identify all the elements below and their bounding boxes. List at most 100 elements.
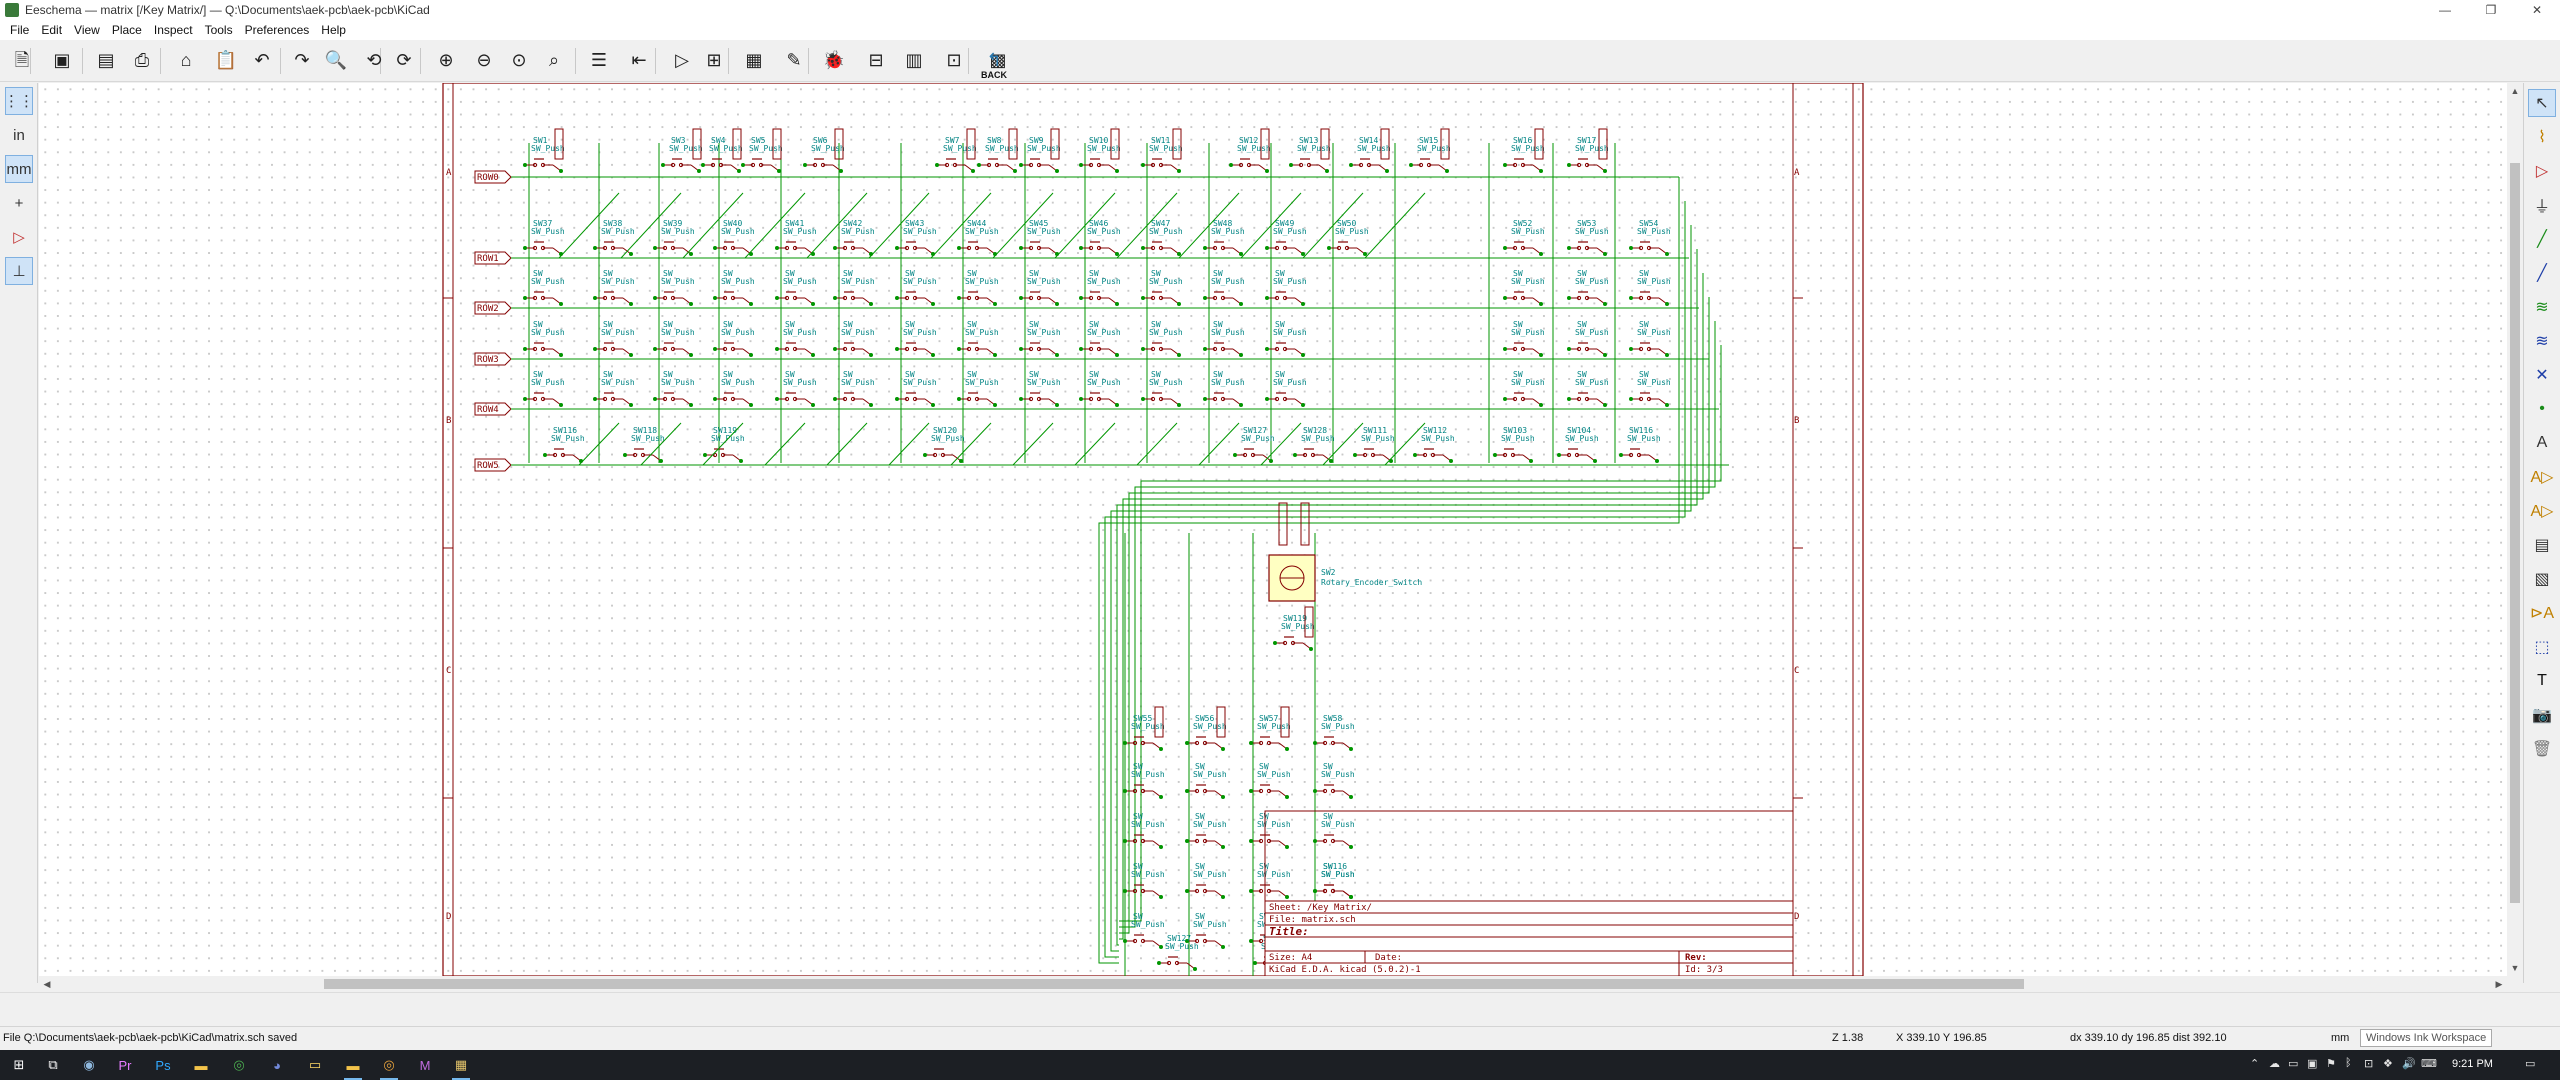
menu-preferences[interactable]: Preferences (239, 23, 316, 37)
vertical-scrollbar[interactable]: ▲ ▼ (2507, 83, 2523, 976)
plot-button[interactable]: ⌂ (172, 46, 200, 74)
horizontal-scroll-thumb[interactable] (324, 979, 2024, 989)
page-settings-button[interactable]: ▤ (92, 46, 120, 74)
zoom-fit-button[interactable]: ⊙ (505, 46, 533, 74)
add-sheet-pin-icon[interactable]: ⊳A (2528, 599, 2556, 627)
find-replace-button[interactable]: ⟲ (360, 46, 388, 74)
add-label-icon[interactable]: A (2528, 429, 2556, 457)
scroll-right-icon[interactable]: ▶ (2491, 976, 2507, 992)
select-icon[interactable]: ↖ (2528, 89, 2556, 117)
add-global-label-icon[interactable]: A▷ (2528, 463, 2556, 491)
chrome-profile-icon[interactable]: ◎ (378, 1055, 400, 1080)
annotate-button[interactable]: ✎ (780, 46, 808, 74)
find-button[interactable]: 🔍 (322, 46, 350, 74)
vertical-scroll-thumb[interactable] (2510, 163, 2520, 903)
scroll-down-icon[interactable]: ▼ (2507, 960, 2523, 976)
add-power-icon[interactable]: ⏚ (2528, 191, 2556, 219)
menu-tools[interactable]: Tools (199, 23, 239, 37)
tray-icon[interactable]: 🔊 (2402, 1057, 2416, 1070)
mail-app-icon[interactable]: M (414, 1055, 436, 1075)
zoom-selection-button[interactable]: ⌕ (540, 46, 568, 74)
units-mm-icon[interactable]: mm (5, 155, 33, 183)
steam-icon[interactable]: ◉ (78, 1055, 100, 1075)
cursor-shape-icon[interactable]: + (5, 189, 33, 217)
horizontal-scrollbar[interactable]: ◀ ▶ (39, 976, 2507, 992)
footprint-assign-button[interactable]: ▦ (740, 46, 768, 74)
file-explorer-icon[interactable]: ▬ (190, 1055, 212, 1075)
menu-place[interactable]: Place (106, 23, 148, 37)
menu-file[interactable]: File (4, 23, 35, 37)
bus-bus-entry-icon[interactable]: ≋ (2528, 327, 2556, 355)
units-inch-icon[interactable]: in (5, 121, 33, 149)
notification-center-icon[interactable]: ▭ (2525, 1057, 2535, 1070)
zoom-out-button[interactable]: ⊖ (470, 46, 498, 74)
scroll-up-icon[interactable]: ▲ (2507, 83, 2523, 99)
maximize-button[interactable]: ❐ (2468, 0, 2514, 20)
add-hier-label-icon[interactable]: A▷ (2528, 497, 2556, 525)
paste-button[interactable]: 📋 (212, 46, 240, 74)
add-graphic-lines-icon[interactable]: ⬚ (2528, 633, 2556, 661)
simulator-button[interactable]: ⊡ (940, 46, 968, 74)
symbol-browser-button[interactable]: ⊞ (700, 46, 728, 74)
schematic-canvas[interactable]: A A B B C C D D ROW0 ROW1 ROW2 ROW3 ROW4 ROW5 SW1 SW_Pu… (39, 83, 2507, 976)
tray-icon[interactable]: ▣ (2307, 1057, 2317, 1070)
kicad-folder-icon[interactable]: ▬ (342, 1055, 364, 1080)
menu-edit[interactable]: Edit (35, 23, 68, 37)
zoom-in-button[interactable]: ⊕ (432, 46, 460, 74)
add-wire-icon[interactable]: ╱ (2528, 225, 2556, 253)
tray-icon[interactable]: ⊡ (2364, 1057, 2373, 1070)
grid-toggle-icon[interactable]: ⋮⋮ (4, 87, 34, 115)
scroll-left-icon[interactable]: ◀ (39, 976, 55, 992)
add-junction-icon[interactable]: • (2528, 395, 2556, 423)
wire-bus-entry-icon[interactable]: ≋ (2528, 293, 2556, 321)
delete-icon[interactable]: 🗑 (2528, 735, 2556, 763)
tray-icon[interactable]: ☁ (2269, 1057, 2280, 1070)
menu-inspect[interactable]: Inspect (148, 23, 199, 37)
hidden-pins-icon[interactable]: ▷ (5, 223, 33, 251)
netlist-button[interactable]: ⊟ (862, 46, 890, 74)
tray-icon[interactable]: ❖ (2383, 1057, 2393, 1070)
save-button[interactable]: ▣ (48, 46, 76, 74)
add-symbol-icon[interactable]: ▷ (2528, 157, 2556, 185)
bom-button[interactable]: ▥ (900, 46, 928, 74)
tray-icon[interactable]: ᛒ (2345, 1057, 2352, 1069)
add-bus-icon[interactable]: ╱ (2528, 259, 2556, 287)
sticky-notes-icon[interactable]: ▭ (304, 1055, 326, 1075)
orthogonal-wires-icon[interactable]: ⊥ (5, 257, 33, 285)
tray-icon[interactable]: ⚑ (2326, 1057, 2336, 1070)
junction-dot (1349, 747, 1353, 751)
task-view-icon[interactable]: ⧉ (42, 1055, 64, 1075)
taskbar-clock[interactable]: 9:21 PM (2452, 1058, 2493, 1070)
premiere-icon[interactable]: Pr (114, 1055, 136, 1075)
discord-icon[interactable]: ◕ (266, 1055, 288, 1075)
add-image-icon[interactable]: 📷 (2528, 701, 2556, 729)
eeschema-app-icon[interactable]: ▦ (450, 1055, 472, 1080)
menu-help[interactable]: Help (315, 23, 352, 37)
undo-button[interactable]: ↶ (248, 46, 276, 74)
junction-dot (1079, 246, 1083, 250)
highlight-net-icon[interactable]: ⌇ (2528, 123, 2556, 151)
symbol-editor-button[interactable]: ▷ (668, 46, 696, 74)
erc-button[interactable]: 🐞 (820, 46, 848, 74)
redraw-button[interactable]: ⟳ (390, 46, 418, 74)
back-button[interactable]: ↰ BACK (980, 46, 1008, 80)
menu-view[interactable]: View (68, 23, 106, 37)
photoshop-icon[interactable]: Ps (152, 1055, 174, 1075)
tray-icon[interactable]: ▭ (2288, 1057, 2298, 1070)
junction-dot (1301, 252, 1305, 256)
add-text-icon[interactable]: T (2528, 667, 2556, 695)
minimize-button[interactable]: — (2422, 0, 2468, 20)
new-schematic-button[interactable]: 🗎 (8, 46, 36, 74)
chrome-icon[interactable]: ◎ (228, 1055, 250, 1075)
close-button[interactable]: ✕ (2514, 0, 2560, 20)
redo-button[interactable]: ↷ (288, 46, 316, 74)
no-connect-icon[interactable]: ✕ (2528, 361, 2556, 389)
tray-icon[interactable]: ⌨ (2421, 1057, 2437, 1070)
print-button[interactable]: ⎙ (128, 46, 156, 74)
import-sheet-pin-icon[interactable]: ▧ (2528, 565, 2556, 593)
tray-icon[interactable]: ⌃ (2250, 1057, 2259, 1070)
add-sheet-icon[interactable]: ▤ (2528, 531, 2556, 559)
hierarchy-navigator-button[interactable]: ☰ (585, 46, 613, 74)
leave-sheet-button[interactable]: ⇤ (625, 46, 653, 74)
start-icon[interactable]: ⊞ (8, 1055, 30, 1075)
